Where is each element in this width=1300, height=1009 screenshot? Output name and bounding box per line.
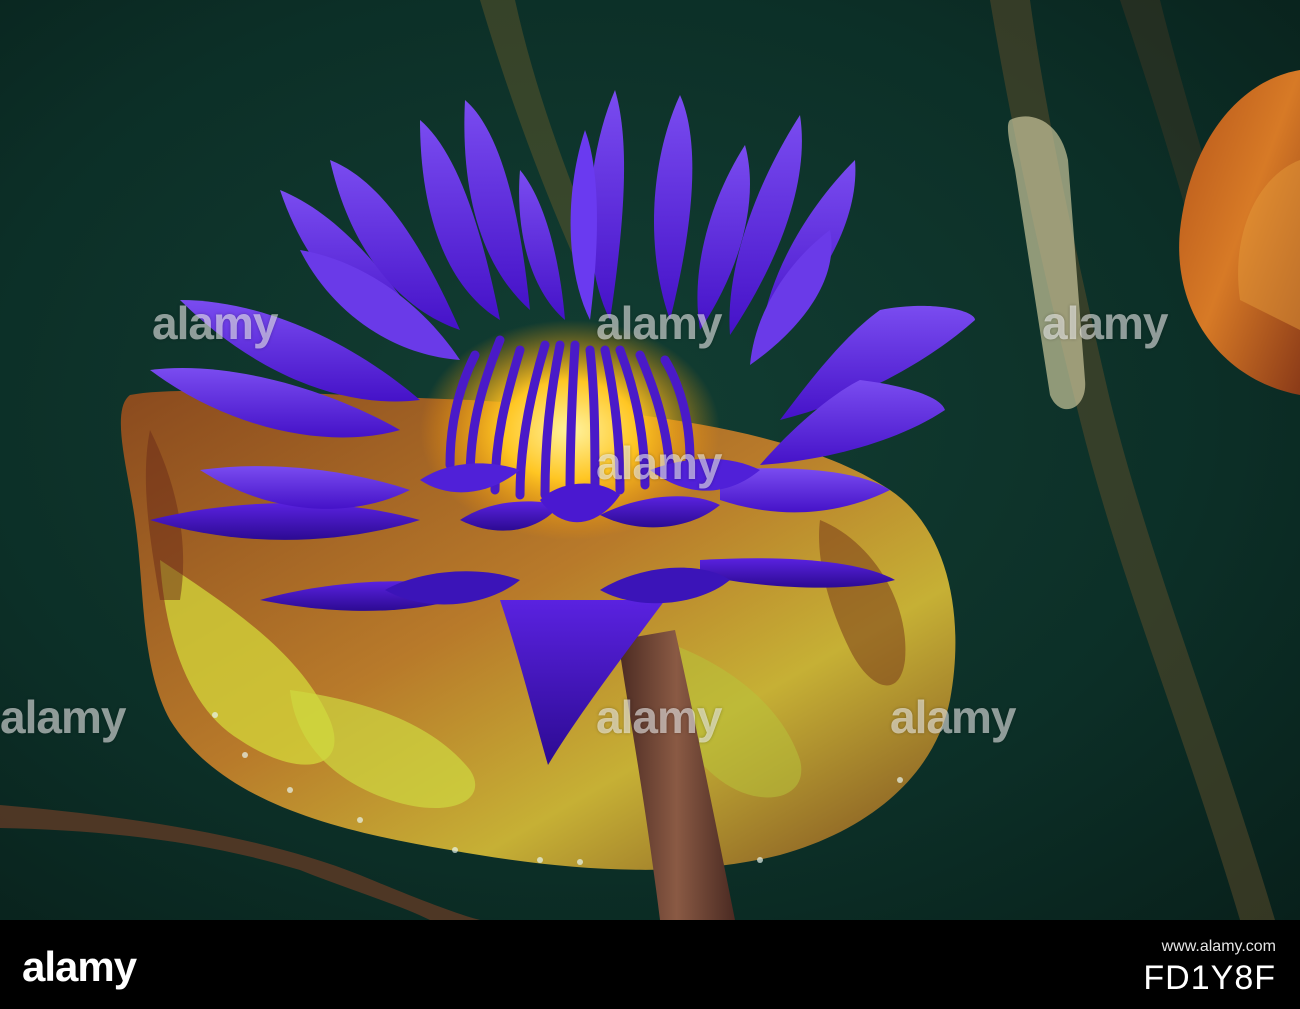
alamy-logo: alamy [22,943,137,990]
watermark-text: alamy [0,691,126,743]
watermark-text: alamy [596,691,722,743]
image-meta: www.alamy.com FD1Y8F [1143,935,1276,997]
image-id: FD1Y8F [1143,959,1276,997]
watermark-text: alamy [596,297,722,349]
watermark-text: alamy [152,297,278,349]
watermark-text: alamy [890,691,1016,743]
watermark-text: alamy [1042,297,1168,349]
footer-bar [0,920,1300,1009]
footer-caption: www.alamy.com [1161,938,1276,955]
watermark-text: alamy [596,437,722,489]
stock-photo-viewer: alamy alamy alamy alamy alamy alamy alam… [0,0,1300,1009]
